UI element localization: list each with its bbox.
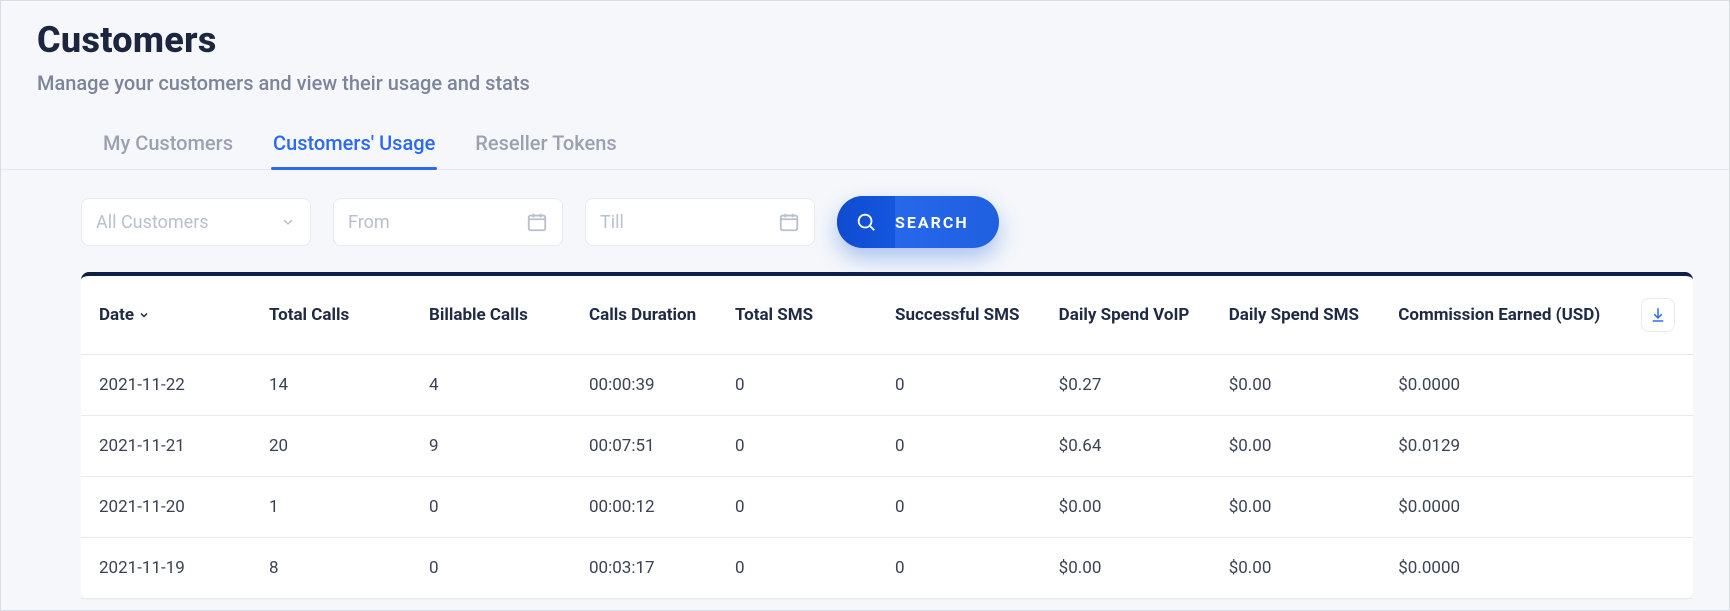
cell: 0 — [877, 477, 1041, 538]
cell: 2021-11-20 — [81, 477, 251, 538]
cell: $0.27 — [1041, 355, 1211, 416]
cell — [1623, 477, 1693, 538]
search-icon-wrap — [837, 196, 895, 248]
cell: $0.0000 — [1380, 477, 1623, 538]
chevron-down-icon — [280, 214, 296, 230]
col-successful-sms[interactable]: Successful SMS — [877, 276, 1041, 355]
cell: 9 — [411, 416, 571, 477]
col-daily-voip[interactable]: Daily Spend VoIP — [1041, 276, 1211, 355]
tab-reseller-tokens[interactable]: Reseller Tokens — [473, 125, 618, 169]
search-icon — [855, 211, 877, 233]
cell: 8 — [251, 538, 411, 599]
date-till-placeholder: Till — [600, 212, 624, 233]
cell: 0 — [717, 355, 877, 416]
calendar-icon — [526, 211, 548, 233]
tabs: My Customers Customers' Usage Reseller T… — [1, 99, 1729, 170]
col-daily-sms[interactable]: Daily Spend SMS — [1211, 276, 1381, 355]
cell: $0.00 — [1211, 355, 1381, 416]
filter-bar: All Customers From Till SEARCH — [81, 196, 1693, 248]
table-row: 2021-11-198000:03:1700$0.00$0.00$0.0000 — [81, 538, 1693, 599]
cell: $0.00 — [1041, 538, 1211, 599]
cell: 0 — [411, 538, 571, 599]
col-calls-duration[interactable]: Calls Duration — [571, 276, 717, 355]
cell: $0.0129 — [1380, 416, 1623, 477]
cell: 00:03:17 — [571, 538, 717, 599]
date-till-input[interactable]: Till — [585, 198, 815, 246]
cell — [1623, 416, 1693, 477]
cell: $0.00 — [1041, 477, 1211, 538]
usage-table-card: Date Total Calls Billable Calls Calls Du… — [81, 272, 1693, 599]
cell: 0 — [877, 416, 1041, 477]
search-button-label: SEARCH — [895, 213, 969, 232]
cell: 2021-11-21 — [81, 416, 251, 477]
cell: $0.0000 — [1380, 538, 1623, 599]
page-subtitle: Manage your customers and view their usa… — [37, 71, 1693, 95]
col-date-label: Date — [99, 305, 134, 325]
date-from-placeholder: From — [348, 212, 390, 233]
download-button[interactable] — [1641, 298, 1675, 332]
tab-my-customers[interactable]: My Customers — [101, 125, 235, 169]
cell: 1 — [251, 477, 411, 538]
usage-table: Date Total Calls Billable Calls Calls Du… — [81, 276, 1693, 599]
table-row: 2021-11-201000:00:1200$0.00$0.00$0.0000 — [81, 477, 1693, 538]
cell — [1623, 538, 1693, 599]
page-title: Customers — [37, 19, 1693, 61]
cell: $0.00 — [1211, 538, 1381, 599]
calendar-icon — [778, 211, 800, 233]
cell: 0 — [877, 355, 1041, 416]
search-button[interactable]: SEARCH — [837, 196, 999, 248]
cell: 14 — [251, 355, 411, 416]
cell: 20 — [251, 416, 411, 477]
table-row: 2021-11-2214400:00:3900$0.27$0.00$0.0000 — [81, 355, 1693, 416]
col-commission[interactable]: Commission Earned (USD) — [1380, 276, 1623, 355]
date-from-input[interactable]: From — [333, 198, 563, 246]
col-total-sms[interactable]: Total SMS — [717, 276, 877, 355]
customer-select[interactable]: All Customers — [81, 198, 311, 246]
sort-desc-icon — [138, 309, 150, 321]
cell: $0.0000 — [1380, 355, 1623, 416]
cell: 0 — [411, 477, 571, 538]
cell: $0.64 — [1041, 416, 1211, 477]
cell: 00:00:39 — [571, 355, 717, 416]
download-icon — [1649, 306, 1667, 324]
cell: 0 — [717, 416, 877, 477]
cell: 00:00:12 — [571, 477, 717, 538]
table-header-row: Date Total Calls Billable Calls Calls Du… — [81, 276, 1693, 355]
cell: 0 — [717, 477, 877, 538]
table-row: 2021-11-2120900:07:5100$0.64$0.00$0.0129 — [81, 416, 1693, 477]
cell: 4 — [411, 355, 571, 416]
cell: 0 — [717, 538, 877, 599]
customer-select-value: All Customers — [96, 212, 209, 233]
cell — [1623, 355, 1693, 416]
cell: 00:07:51 — [571, 416, 717, 477]
cell: 2021-11-19 — [81, 538, 251, 599]
cell: $0.00 — [1211, 477, 1381, 538]
tab-customers-usage[interactable]: Customers' Usage — [271, 125, 437, 169]
col-total-calls[interactable]: Total Calls — [251, 276, 411, 355]
col-date[interactable]: Date — [81, 276, 251, 355]
cell: $0.00 — [1211, 416, 1381, 477]
cell: 2021-11-22 — [81, 355, 251, 416]
col-billable-calls[interactable]: Billable Calls — [411, 276, 571, 355]
cell: 0 — [877, 538, 1041, 599]
